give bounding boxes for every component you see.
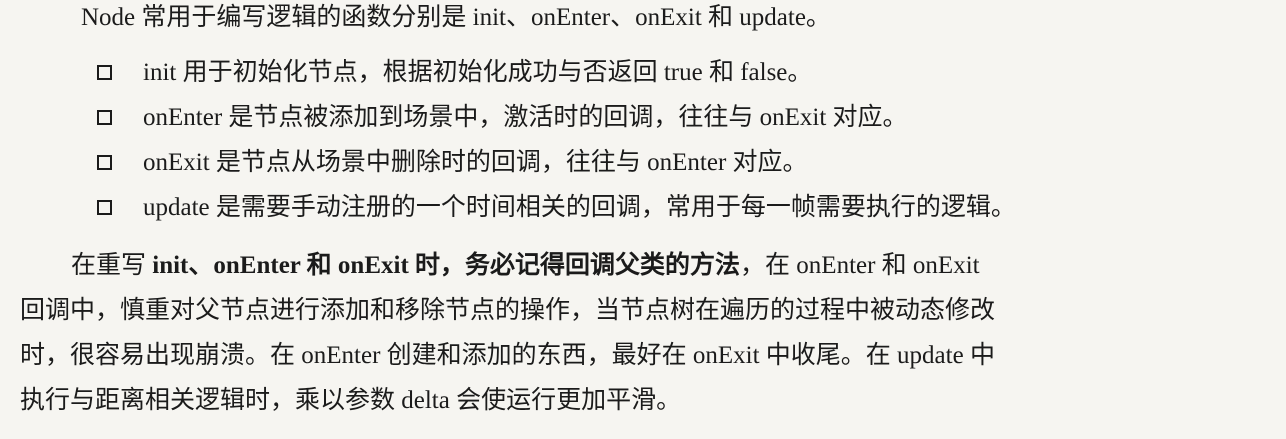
paragraph-line2: 回调中，慎重对父节点进行添加和移除节点的操作，当节点树在遍历的过程中被动态修改 — [20, 297, 996, 324]
bullet-item-update: update 是需要手动注册的一个时间相关的回调，常用于每一帧需要执行的逻辑。 — [97, 195, 1016, 220]
checkbox-bullet-icon — [97, 65, 112, 80]
bullet-item-init: init 用于初始化节点，根据初始化成功与否返回 true 和 false。 — [97, 60, 812, 85]
bullet-text: init 用于初始化节点，根据初始化成功与否返回 true 和 false。 — [143, 59, 813, 86]
bullet-text: onExit 是节点从场景中删除时的回调，往往与 onEnter 对应。 — [143, 149, 808, 176]
bullet-item-onenter: onEnter 是节点被添加到场景中，激活时的回调，往往与 onExit 对应。 — [97, 105, 908, 130]
paragraph-line4: 执行与距离相关逻辑时，乘以参数 delta 会使运行更加平滑。 — [20, 387, 682, 414]
bullet-text: onEnter 是节点被添加到场景中，激活时的回调，往往与 onExit 对应。 — [143, 104, 908, 131]
paragraph-lead: 在重写 — [71, 252, 153, 279]
checkbox-bullet-icon — [97, 155, 112, 170]
paragraph-line3: 时，很容易出现崩溃。在 onEnter 创建和添加的东西，最好在 onExit … — [20, 342, 995, 369]
intro-text: Node 常用于编写逻辑的函数分别是 init、onEnter、onExit 和… — [81, 4, 831, 31]
document-page: Node 常用于编写逻辑的函数分别是 init、onEnter、onExit 和… — [0, 0, 1286, 439]
body-paragraph: 在重写 init、onEnter 和 onExit 时，务必记得回调父类的方法，… — [20, 243, 1246, 423]
paragraph-line1-rest: ，在 onEnter 和 onExit — [740, 252, 980, 279]
bullet-item-onexit: onExit 是节点从场景中删除时的回调，往往与 onEnter 对应。 — [97, 150, 808, 175]
paragraph-emphasis: init、onEnter 和 onExit 时，务必记得回调父类的方法 — [152, 252, 741, 279]
checkbox-bullet-icon — [97, 110, 112, 125]
bullet-text: update 是需要手动注册的一个时间相关的回调，常用于每一帧需要执行的逻辑。 — [143, 194, 1016, 221]
checkbox-bullet-icon — [97, 200, 112, 215]
